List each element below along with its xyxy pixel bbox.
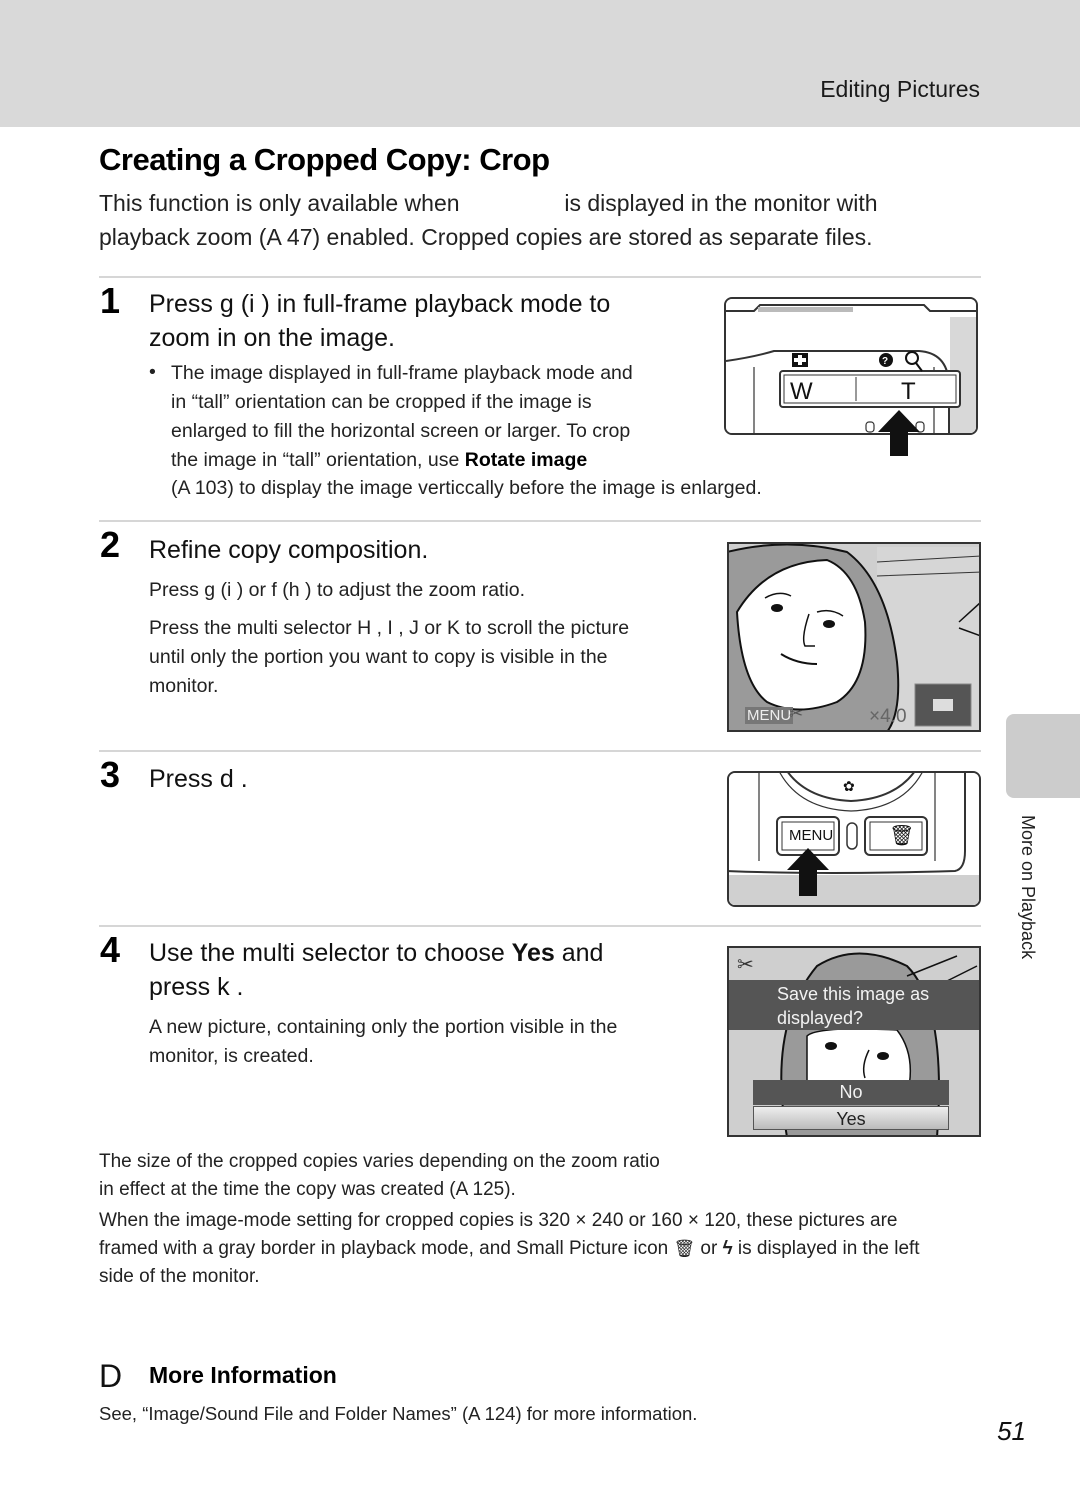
wide-label: W — [790, 378, 813, 405]
save-prompt: Save this image as displayed? — [777, 982, 929, 1030]
step-number: 1 — [100, 280, 121, 321]
more-info-marker: D — [99, 1358, 123, 1394]
delete-icon: 🗑 — [889, 825, 915, 847]
zoom-control-illustration: W T ? — [724, 297, 978, 435]
rotate-image-term: Rotate image — [464, 449, 588, 471]
chapter-label-text: More on Playback — [1018, 815, 1038, 960]
chapter-tab-label: More on Playback — [1012, 815, 1042, 985]
image-mode-note: When the image-mode setting for cropped … — [99, 1207, 999, 1291]
bullet-line: in “tall” orientation can be cropped if … — [171, 391, 592, 413]
intro-paragraph: This function is only available when is … — [99, 186, 939, 254]
step-heading: Refine copy composition. — [149, 536, 429, 564]
heading-text: and — [554, 939, 604, 967]
flower-icon: ✿ — [843, 778, 855, 794]
option-no[interactable]: No — [753, 1080, 949, 1105]
divider — [99, 520, 981, 522]
intro-text-c: playback zoom (A 47) enabled. Cropped co… — [99, 224, 873, 250]
yes-term: Yes — [511, 939, 555, 967]
bullet-line: The image displayed in full-frame playba… — [171, 362, 633, 384]
intro-text-a: This function is only available when — [99, 190, 460, 216]
scroll-instruction: Press the multi selector H , I , J or K … — [149, 614, 629, 701]
zoom-ratio: ×4.0 — [869, 706, 907, 727]
portrait-drawing — [729, 544, 979, 730]
crop-scissors-icon: ✂ — [789, 704, 804, 723]
step-heading: Press d . — [149, 765, 248, 793]
svg-text:?: ? — [882, 356, 888, 367]
step-heading: Press g (i ) in full-frame playback mode… — [149, 287, 610, 355]
text-line: framed with a gray border in playback mo… — [99, 1238, 669, 1259]
step-number: 4 — [100, 929, 121, 970]
step-number: 3 — [100, 754, 121, 795]
text-line: is displayed in the left — [737, 1238, 920, 1259]
menu-button-illustration: ✿ MENU 🗑 — [727, 771, 981, 907]
divider — [99, 750, 981, 752]
result-description: A new picture, containing only the porti… — [149, 1013, 617, 1071]
camera-top-drawing: W T ? — [726, 299, 976, 433]
text-line: or — [700, 1238, 718, 1259]
bullet-text: The image displayed in full-frame playba… — [171, 359, 691, 475]
page-number: 51 — [997, 1416, 1026, 1446]
crop-size-note: The size of the cropped copies varies de… — [99, 1148, 660, 1204]
crop-scissors-icon: ✂ — [737, 954, 754, 976]
more-info-title: More Information — [149, 1362, 337, 1388]
more-info-text: See, “Image/Sound File and Folder Names”… — [99, 1403, 698, 1424]
text-line: side of the monitor. — [99, 1266, 260, 1287]
text-line: The size of the cropped copies varies de… — [99, 1151, 660, 1172]
menu-label: MENU — [745, 707, 794, 724]
save-confirmation-screen: ✂ Save this image as displayed? No Yes — [727, 946, 981, 1137]
step-number: 2 — [100, 524, 121, 565]
text-line: in effect at the time the copy was creat… — [99, 1179, 516, 1200]
divider — [99, 925, 981, 927]
section-title: Editing Pictures — [820, 76, 980, 102]
zoomed-playback-screen: MENU ✂ ×4.0 — [727, 542, 981, 732]
step-heading-line: zoom in on the image. — [149, 324, 395, 352]
bullet-line: enlarged to fill the horizontal screen o… — [171, 420, 631, 442]
small-picture-icon-b: ϟ — [722, 1238, 733, 1259]
option-yes-selected[interactable]: Yes — [753, 1106, 949, 1130]
text-line: monitor. — [149, 675, 219, 697]
text-line: When the image-mode setting for cropped … — [99, 1210, 898, 1231]
step-continuation: (A 103) to display the image verticcally… — [171, 477, 762, 499]
zoom-ratio-instruction: Press g (i ) or f (h ) to adjust the zoo… — [149, 579, 526, 601]
intro-text-b: is displayed in the monitor with — [564, 190, 878, 216]
prompt-line: displayed? — [777, 1008, 864, 1028]
step-heading: Use the multi selector to choose Yes and… — [149, 936, 603, 1004]
text-line: monitor, is created. — [149, 1045, 314, 1067]
header-band — [0, 0, 1080, 127]
step-heading-line: Press g (i ) in full-frame playback mode… — [149, 290, 611, 318]
heading-text: Use the multi selector to choose — [149, 939, 512, 967]
tele-label: T — [901, 378, 916, 405]
page-title: Creating a Cropped Copy: Crop — [99, 142, 550, 177]
divider — [99, 276, 981, 278]
heading-text: press k . — [149, 973, 244, 1001]
thumbnail-icon — [792, 353, 808, 367]
text-line: Press the multi selector H , I , J or K … — [149, 617, 630, 639]
small-picture-icon-a: 🗑 — [673, 1239, 696, 1258]
chapter-tab — [1006, 714, 1080, 798]
menu-button-label: MENU — [789, 827, 834, 844]
bullet-line: the image in “tall” orientation, use — [171, 449, 465, 471]
bullet-marker: • — [149, 361, 156, 383]
press-arrow-icon — [787, 848, 829, 896]
text-line: until only the portion you want to copy … — [149, 646, 608, 668]
press-arrow-icon — [878, 410, 920, 456]
help-icon: ? — [879, 353, 893, 367]
prompt-line: Save this image as — [777, 984, 930, 1004]
text-line: A new picture, containing only the porti… — [149, 1016, 618, 1038]
camera-back-drawing: ✿ — [729, 773, 979, 905]
